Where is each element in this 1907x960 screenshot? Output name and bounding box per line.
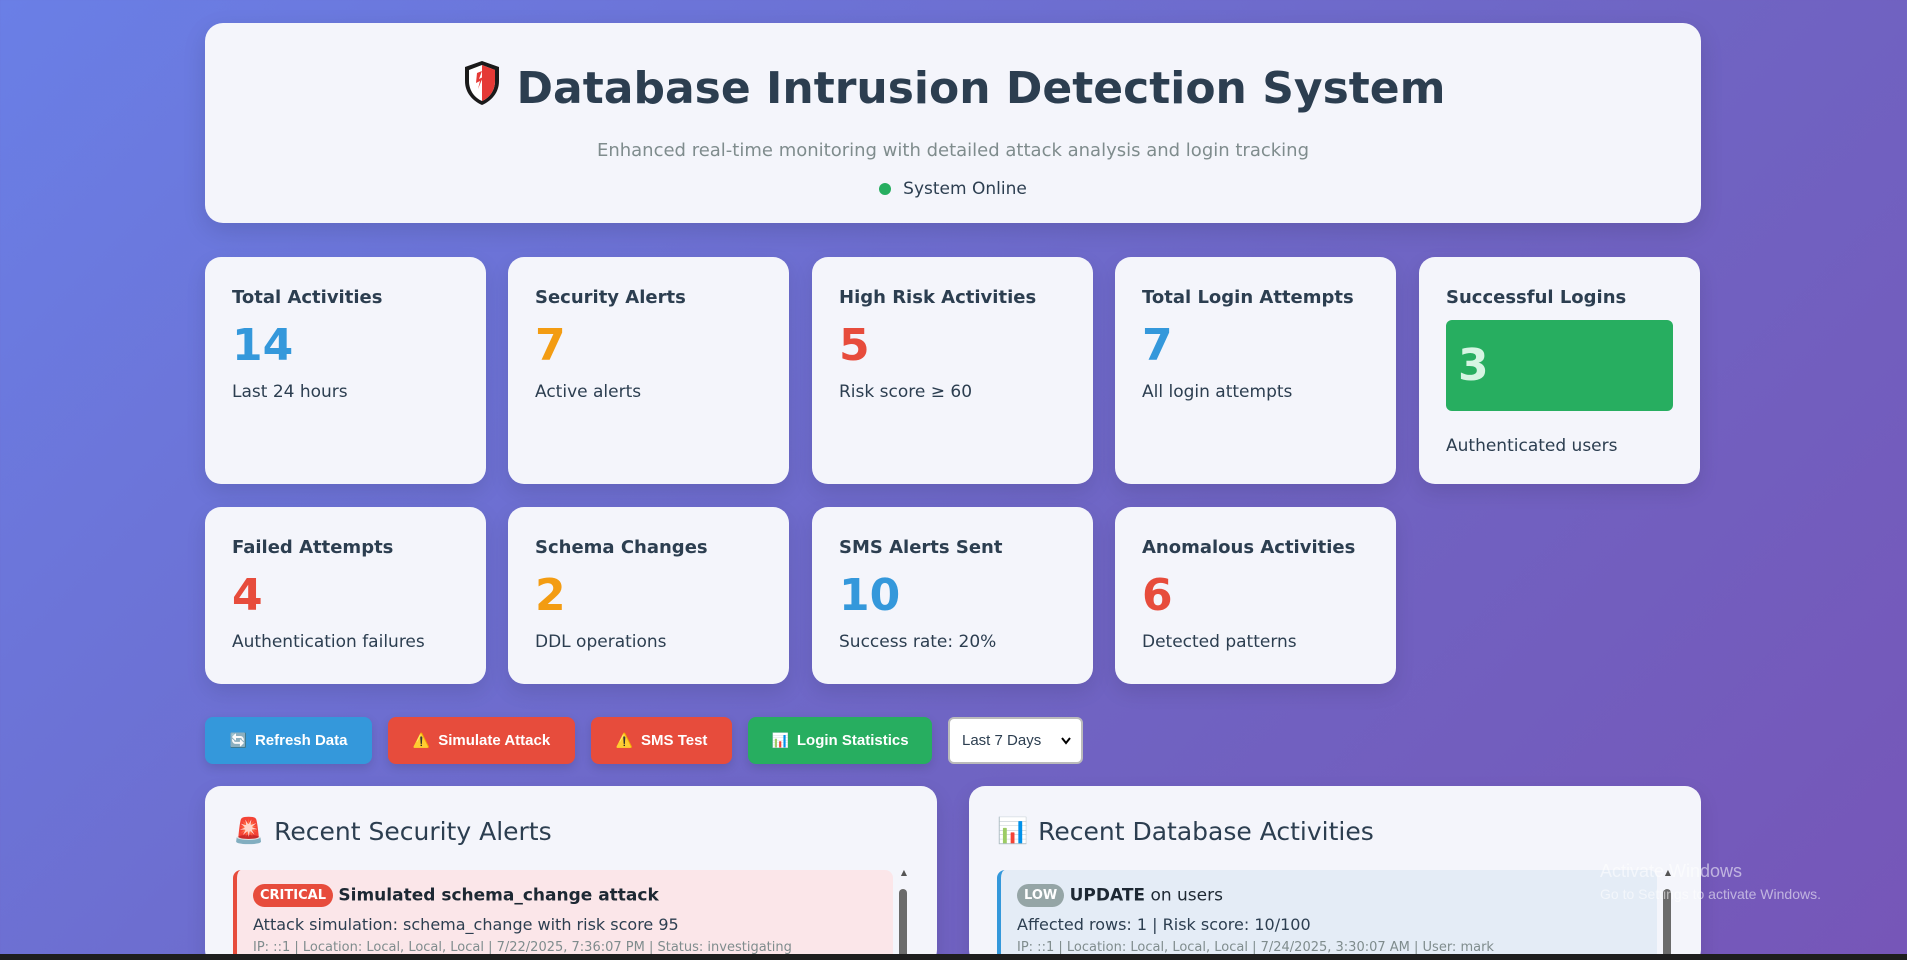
stat-subtitle: Risk score ≥ 60 — [839, 382, 973, 402]
stat-subtitle: All login attempts — [1142, 382, 1293, 402]
stat-subtitle: DDL operations — [535, 632, 667, 652]
stat-subtitle: Detected patterns — [1142, 632, 1297, 652]
stat-value: 2 — [535, 570, 566, 621]
stat-title: Successful Logins — [1446, 287, 1627, 308]
stat-subtitle: Authentication failures — [232, 632, 425, 652]
scroll-up-arrow-icon[interactable]: ▲ — [899, 868, 909, 877]
stat-card-sms-alerts: SMS Alerts Sent 10 Success rate: 20% — [812, 507, 1093, 684]
stat-card-login-attempts: Total Login Attempts 7 All login attempt… — [1115, 257, 1396, 484]
taskbar-edge — [0, 954, 1907, 960]
page-title: Database Intrusion Detection System — [516, 63, 1446, 114]
stat-subtitle: Success rate: 20% — [839, 632, 997, 652]
activity-table: on users — [1145, 885, 1223, 906]
scroll-thumb[interactable] — [899, 889, 907, 960]
chevron-down-icon — [1061, 732, 1071, 749]
warning-icon: ⚠️ — [615, 732, 634, 748]
stat-title: High Risk Activities — [839, 287, 1037, 308]
action-toolbar: 🔄 Refresh Data ⚠️ Simulate Attack ⚠️ SMS… — [205, 717, 1083, 764]
time-range-select[interactable]: Last 7 Days — [948, 717, 1083, 764]
recent-alerts-panel: 🚨 Recent Security Alerts CRITICAL Simula… — [205, 786, 937, 960]
activities-panel-title: Recent Database Activities — [1038, 816, 1374, 846]
login-statistics-button[interactable]: 📊 Login Statistics — [748, 717, 932, 764]
sms-test-button[interactable]: ⚠️ SMS Test — [591, 717, 732, 764]
stat-value: 6 — [1142, 570, 1173, 621]
sms-label: SMS Test — [641, 732, 708, 749]
stat-card-schema-changes: Schema Changes 2 DDL operations — [508, 507, 789, 684]
stat-title: Security Alerts — [535, 287, 686, 308]
activity-heading: LOW UPDATE on users — [1017, 884, 1641, 907]
severity-badge: LOW — [1017, 884, 1065, 907]
alert-item[interactable]: CRITICAL Simulated schema_change attack … — [233, 870, 893, 960]
dashboard-container: Database Intrusion Detection System Enha… — [205, 23, 1701, 707]
simulate-attack-button[interactable]: ⚠️ Simulate Attack — [388, 717, 575, 764]
alert-title: Simulated schema_change attack — [338, 885, 659, 906]
status-dot-icon — [879, 183, 892, 195]
shield-icon — [461, 59, 503, 118]
stat-card-security-alerts: Security Alerts 7 Active alerts — [508, 257, 789, 484]
stat-card-successful-logins: Successful Logins 3 Authenticated users — [1419, 257, 1700, 484]
bar-chart-icon: 📊 — [771, 732, 789, 748]
bar-chart-icon: 📊 — [997, 816, 1029, 845]
stat-card-high-risk: High Risk Activities 5 Risk score ≥ 60 — [812, 257, 1093, 484]
siren-icon: 🚨 — [233, 816, 265, 845]
stat-value: 4 — [232, 570, 263, 621]
severity-badge: CRITICAL — [253, 884, 333, 907]
watermark-line1: Activate Windows — [1600, 861, 1743, 881]
stat-title: Total Login Attempts — [1142, 287, 1354, 308]
stat-subtitle: Last 24 hours — [232, 382, 348, 402]
stat-title: Failed Attempts — [232, 537, 394, 558]
refresh-data-button[interactable]: 🔄 Refresh Data — [205, 717, 372, 764]
stat-value: 3 — [1458, 340, 1489, 391]
stat-value: 14 — [232, 320, 294, 371]
alerts-scrollbar[interactable]: ▲ — [899, 868, 909, 960]
stat-title: Anomalous Activities — [1142, 537, 1356, 558]
stat-title: SMS Alerts Sent — [839, 537, 1003, 558]
login-stats-label: Login Statistics — [796, 732, 909, 749]
alert-description: Attack simulation: schema_change with ri… — [253, 915, 679, 934]
activity-meta: IP: ::1 | Location: Local, Local, Local … — [1017, 940, 1494, 955]
page-title-row: Database Intrusion Detection System — [461, 59, 1446, 118]
system-status: System Online — [879, 179, 1027, 199]
stat-value: 10 — [839, 570, 901, 621]
stat-card-anomalous: Anomalous Activities 6 Detected patterns — [1115, 507, 1396, 684]
simulate-label: Simulate Attack — [438, 732, 551, 749]
watermark-line2: Go to Settings to activate Windows. — [1600, 886, 1821, 902]
alerts-panel-header: 🚨 Recent Security Alerts — [233, 816, 909, 846]
alerts-panel-title: Recent Security Alerts — [274, 816, 552, 846]
activities-panel-header: 📊 Recent Database Activities — [997, 816, 1673, 846]
stat-card-failed-attempts: Failed Attempts 4 Authentication failure… — [205, 507, 486, 684]
recent-activities-panel: 📊 Recent Database Activities LOW UPDATE … — [969, 786, 1701, 960]
stat-value: 7 — [1142, 320, 1173, 371]
stat-card-total-activities: Total Activities 14 Last 24 hours — [205, 257, 486, 484]
refresh-label: Refresh Data — [254, 732, 348, 749]
header-panel: Database Intrusion Detection System Enha… — [205, 23, 1701, 223]
warning-icon: ⚠️ — [412, 732, 431, 748]
stats-grid: Total Activities 14 Last 24 hours Securi… — [205, 257, 1701, 707]
stat-subtitle: Active alerts — [535, 382, 642, 402]
activity-description: Affected rows: 1 | Risk score: 10/100 — [1017, 915, 1311, 934]
stat-value-box: 3 — [1446, 320, 1673, 411]
alert-heading: CRITICAL Simulated schema_change attack — [253, 884, 877, 907]
refresh-icon: 🔄 — [229, 732, 247, 748]
alert-meta: IP: ::1 | Location: Local, Local, Local … — [253, 940, 792, 955]
stat-title: Schema Changes — [535, 537, 708, 558]
activity-operation: UPDATE — [1069, 885, 1146, 906]
stat-value: 7 — [535, 320, 566, 371]
page-subtitle: Enhanced real-time monitoring with detai… — [596, 140, 1310, 161]
stat-value: 5 — [839, 320, 870, 371]
stat-subtitle: Authenticated users — [1446, 436, 1618, 456]
stat-title: Total Activities — [232, 287, 383, 308]
time-range-value: Last 7 Days — [962, 732, 1042, 749]
windows-activation-watermark: Activate Windows Go to Settings to activ… — [1600, 861, 1821, 902]
status-text: System Online — [903, 179, 1027, 199]
activity-item[interactable]: LOW UPDATE on users Affected rows: 1 | R… — [997, 870, 1657, 960]
